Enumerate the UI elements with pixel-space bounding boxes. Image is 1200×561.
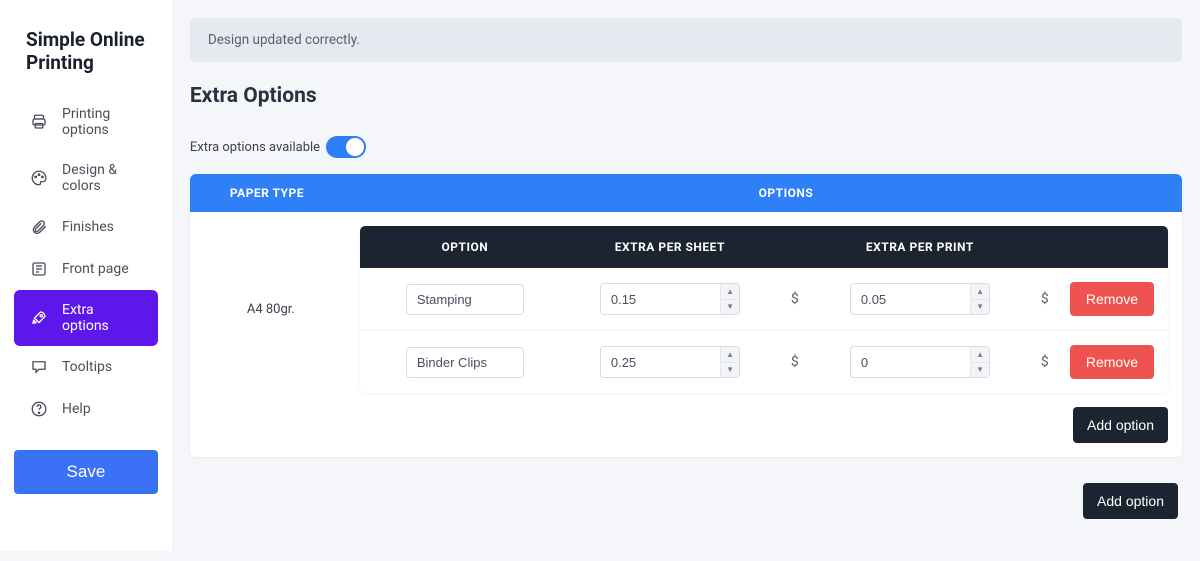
col-option: OPTION — [360, 240, 570, 254]
paper-group-row: A4 80gr. OPTION EXTRA PER SHEET EXTRA PE… — [190, 212, 1182, 407]
sidebar-item-printing-options[interactable]: Printing options — [14, 94, 158, 150]
add-option-button[interactable]: Add option — [1073, 407, 1168, 443]
paper-type-header: PAPER TYPE — [190, 186, 390, 200]
toggle-label: Extra options available — [190, 140, 320, 155]
page-title: Extra Options — [190, 84, 1182, 108]
options-card: PAPER TYPE OPTIONS A4 80gr. OPTION EXTRA… — [190, 174, 1182, 457]
extra-per-sheet-input[interactable] — [601, 284, 720, 314]
paperclip-icon — [30, 218, 48, 236]
sidebar-item-help[interactable]: Help — [14, 388, 158, 430]
sidebar-item-label: Design & colors — [62, 162, 142, 194]
remove-option-button[interactable]: Remove — [1070, 345, 1154, 379]
number-spinner: ▲ ▼ — [970, 347, 989, 377]
inner-table-header: OPTION EXTRA PER SHEET EXTRA PER PRINT — [360, 226, 1168, 268]
sidebar-item-label: Front page — [62, 261, 129, 277]
success-alert: Design updated correctly. — [190, 18, 1182, 62]
number-spinner: ▲ ▼ — [970, 284, 989, 314]
currency-symbol: $ — [1041, 291, 1049, 307]
newspaper-icon — [30, 260, 48, 278]
palette-icon — [30, 169, 48, 187]
sidebar-item-front-page[interactable]: Front page — [14, 248, 158, 290]
chat-icon — [30, 358, 48, 376]
sidebar-item-label: Help — [62, 401, 91, 417]
number-spinner: ▲ ▼ — [720, 284, 739, 314]
sidebar-item-tooltips[interactable]: Tooltips — [14, 346, 158, 388]
extra-per-sheet-input[interactable] — [601, 347, 720, 377]
help-icon — [30, 400, 48, 418]
group-add-row: Add option — [190, 407, 1182, 457]
main-content: Design updated correctly. Extra Options … — [172, 0, 1200, 561]
outer-table-header: PAPER TYPE OPTIONS — [190, 174, 1182, 212]
remove-option-button[interactable]: Remove — [1070, 282, 1154, 316]
sidebar-item-label: Tooltips — [62, 359, 112, 375]
spin-down[interactable]: ▼ — [971, 300, 989, 315]
printer-icon — [30, 113, 48, 131]
spin-up[interactable]: ▲ — [971, 284, 989, 300]
rocket-icon — [30, 309, 48, 327]
save-button[interactable]: Save — [14, 450, 158, 494]
sidebar-item-design-colors[interactable]: Design & colors — [14, 150, 158, 206]
sidebar-item-finishes[interactable]: Finishes — [14, 206, 158, 248]
col-extra-per-print: EXTRA PER PRINT — [820, 240, 1020, 254]
brand-title: Simple Online Printing — [14, 18, 158, 94]
toggle-row: Extra options available — [190, 136, 1182, 158]
currency-symbol: $ — [791, 291, 799, 307]
sidebar-item-label: Extra options — [62, 302, 142, 334]
option-row: ▲ ▼ $ ▲ ▼ — [360, 331, 1168, 393]
extra-per-print-input[interactable] — [851, 284, 970, 314]
sidebar-item-extra-options[interactable]: Extra options — [14, 290, 158, 346]
sidebar-item-label: Finishes — [62, 219, 114, 235]
extra-per-print-input-wrap: ▲ ▼ — [850, 283, 990, 315]
col-remove — [1070, 240, 1168, 254]
col-extra-per-sheet: EXTRA PER SHEET — [570, 240, 770, 254]
option-name-input[interactable] — [406, 347, 524, 378]
col-currency-1 — [770, 240, 820, 254]
option-name-input[interactable] — [406, 284, 524, 315]
sidebar-nav: Printing options Design & colors Finishe… — [14, 94, 158, 430]
spin-down[interactable]: ▼ — [721, 300, 739, 315]
spin-up[interactable]: ▲ — [721, 284, 739, 300]
inner-options-table: OPTION EXTRA PER SHEET EXTRA PER PRINT — [360, 226, 1168, 393]
spin-up[interactable]: ▲ — [971, 347, 989, 363]
sidebar-item-label: Printing options — [62, 106, 142, 138]
options-header: OPTIONS — [390, 186, 1182, 200]
sidebar: Simple Online Printing Printing options … — [0, 0, 172, 551]
extra-per-print-input-wrap: ▲ ▼ — [850, 346, 990, 378]
toggle-knob — [346, 138, 364, 156]
extra-options-toggle[interactable] — [326, 136, 366, 158]
add-option-button-outer[interactable]: Add option — [1083, 483, 1178, 519]
currency-symbol: $ — [791, 354, 799, 370]
outer-add-row: Add option — [190, 483, 1182, 519]
option-row: ▲ ▼ $ ▲ ▼ — [360, 268, 1168, 331]
currency-symbol: $ — [1041, 354, 1049, 370]
spin-up[interactable]: ▲ — [721, 347, 739, 363]
extra-per-sheet-input-wrap: ▲ ▼ — [600, 283, 740, 315]
extra-per-print-input[interactable] — [851, 347, 970, 377]
spin-down[interactable]: ▼ — [721, 363, 739, 378]
spin-down[interactable]: ▼ — [971, 363, 989, 378]
extra-per-sheet-input-wrap: ▲ ▼ — [600, 346, 740, 378]
number-spinner: ▲ ▼ — [720, 347, 739, 377]
paper-type-label: A4 80gr. — [190, 226, 360, 393]
col-currency-2 — [1020, 240, 1070, 254]
